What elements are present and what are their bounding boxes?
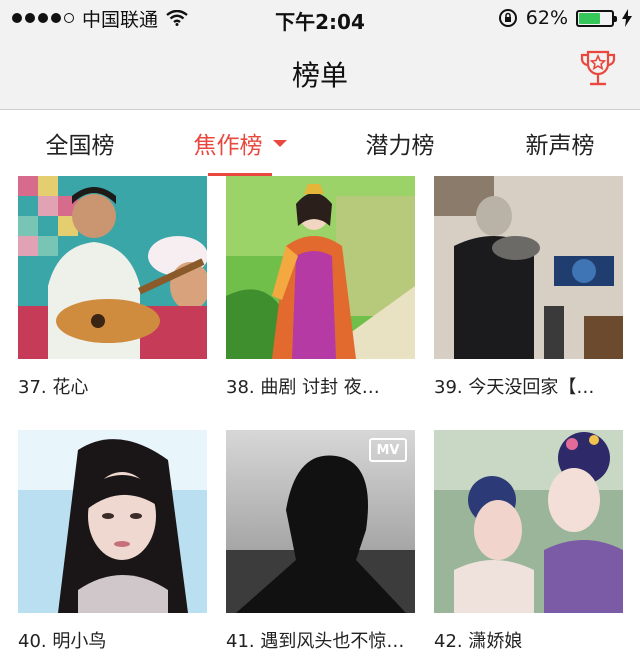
song-title[interactable]: 38. 曲剧 讨封 夜… bbox=[226, 373, 415, 399]
signal-strength-icon bbox=[12, 13, 74, 23]
status-right: 62% bbox=[498, 0, 632, 36]
charging-icon bbox=[622, 9, 632, 27]
tab-new-voice[interactable]: 新声榜 bbox=[480, 110, 640, 176]
nav-bar: 榜单 bbox=[0, 36, 640, 110]
song-cover-image[interactable] bbox=[434, 176, 623, 359]
song-cover-image[interactable] bbox=[226, 176, 415, 359]
chart-tabs: 全国榜 焦作榜 潜力榜 新声榜 bbox=[0, 110, 640, 176]
song-card[interactable]: 39. 今天没回家【… bbox=[434, 176, 623, 399]
carrier-label: 中国联通 bbox=[82, 8, 159, 31]
tab-label: 潜力榜 bbox=[365, 133, 435, 159]
tab-label: 焦作榜 bbox=[193, 133, 263, 159]
song-title[interactable]: 39. 今天没回家【… bbox=[434, 373, 623, 399]
song-cover-image[interactable] bbox=[18, 176, 207, 359]
page-title: 榜单 bbox=[291, 59, 348, 92]
tab-national[interactable]: 全国榜 bbox=[0, 110, 160, 176]
song-card[interactable]: MV 41. 遇到风头也不惊… bbox=[226, 430, 415, 653]
mv-badge: MV bbox=[369, 438, 407, 462]
song-card[interactable]: 40. 明小鸟 bbox=[18, 430, 207, 653]
song-title[interactable]: 40. 明小鸟 bbox=[18, 627, 207, 653]
battery-percent: 62% bbox=[525, 7, 568, 29]
song-title[interactable]: 37. 花心 bbox=[18, 373, 207, 399]
rotation-lock-icon bbox=[498, 9, 517, 27]
song-card[interactable]: 38. 曲剧 讨封 夜… bbox=[226, 176, 415, 399]
song-cover-image[interactable] bbox=[18, 430, 207, 613]
status-left: 中国联通 bbox=[12, 0, 188, 36]
dropdown-caret-icon bbox=[272, 139, 287, 147]
trophy-icon[interactable] bbox=[578, 48, 618, 92]
song-cover-image[interactable]: MV bbox=[226, 430, 415, 613]
tab-label: 全国榜 bbox=[45, 133, 115, 159]
battery-icon bbox=[576, 9, 617, 27]
tab-jiaozuo[interactable]: 焦作榜 bbox=[160, 110, 320, 176]
tab-potential[interactable]: 潜力榜 bbox=[320, 110, 480, 176]
song-card[interactable]: 42. 潇娇娘 bbox=[434, 430, 623, 653]
status-bar: 中国联通 下午2:04 62% bbox=[0, 0, 640, 36]
song-card[interactable]: 37. 花心 bbox=[18, 176, 207, 399]
song-title[interactable]: 42. 潇娇娘 bbox=[434, 627, 623, 653]
tab-label: 新声榜 bbox=[525, 133, 595, 159]
wifi-icon bbox=[166, 10, 188, 26]
song-title[interactable]: 41. 遇到风头也不惊… bbox=[226, 627, 415, 653]
song-cover-image[interactable] bbox=[434, 430, 623, 613]
